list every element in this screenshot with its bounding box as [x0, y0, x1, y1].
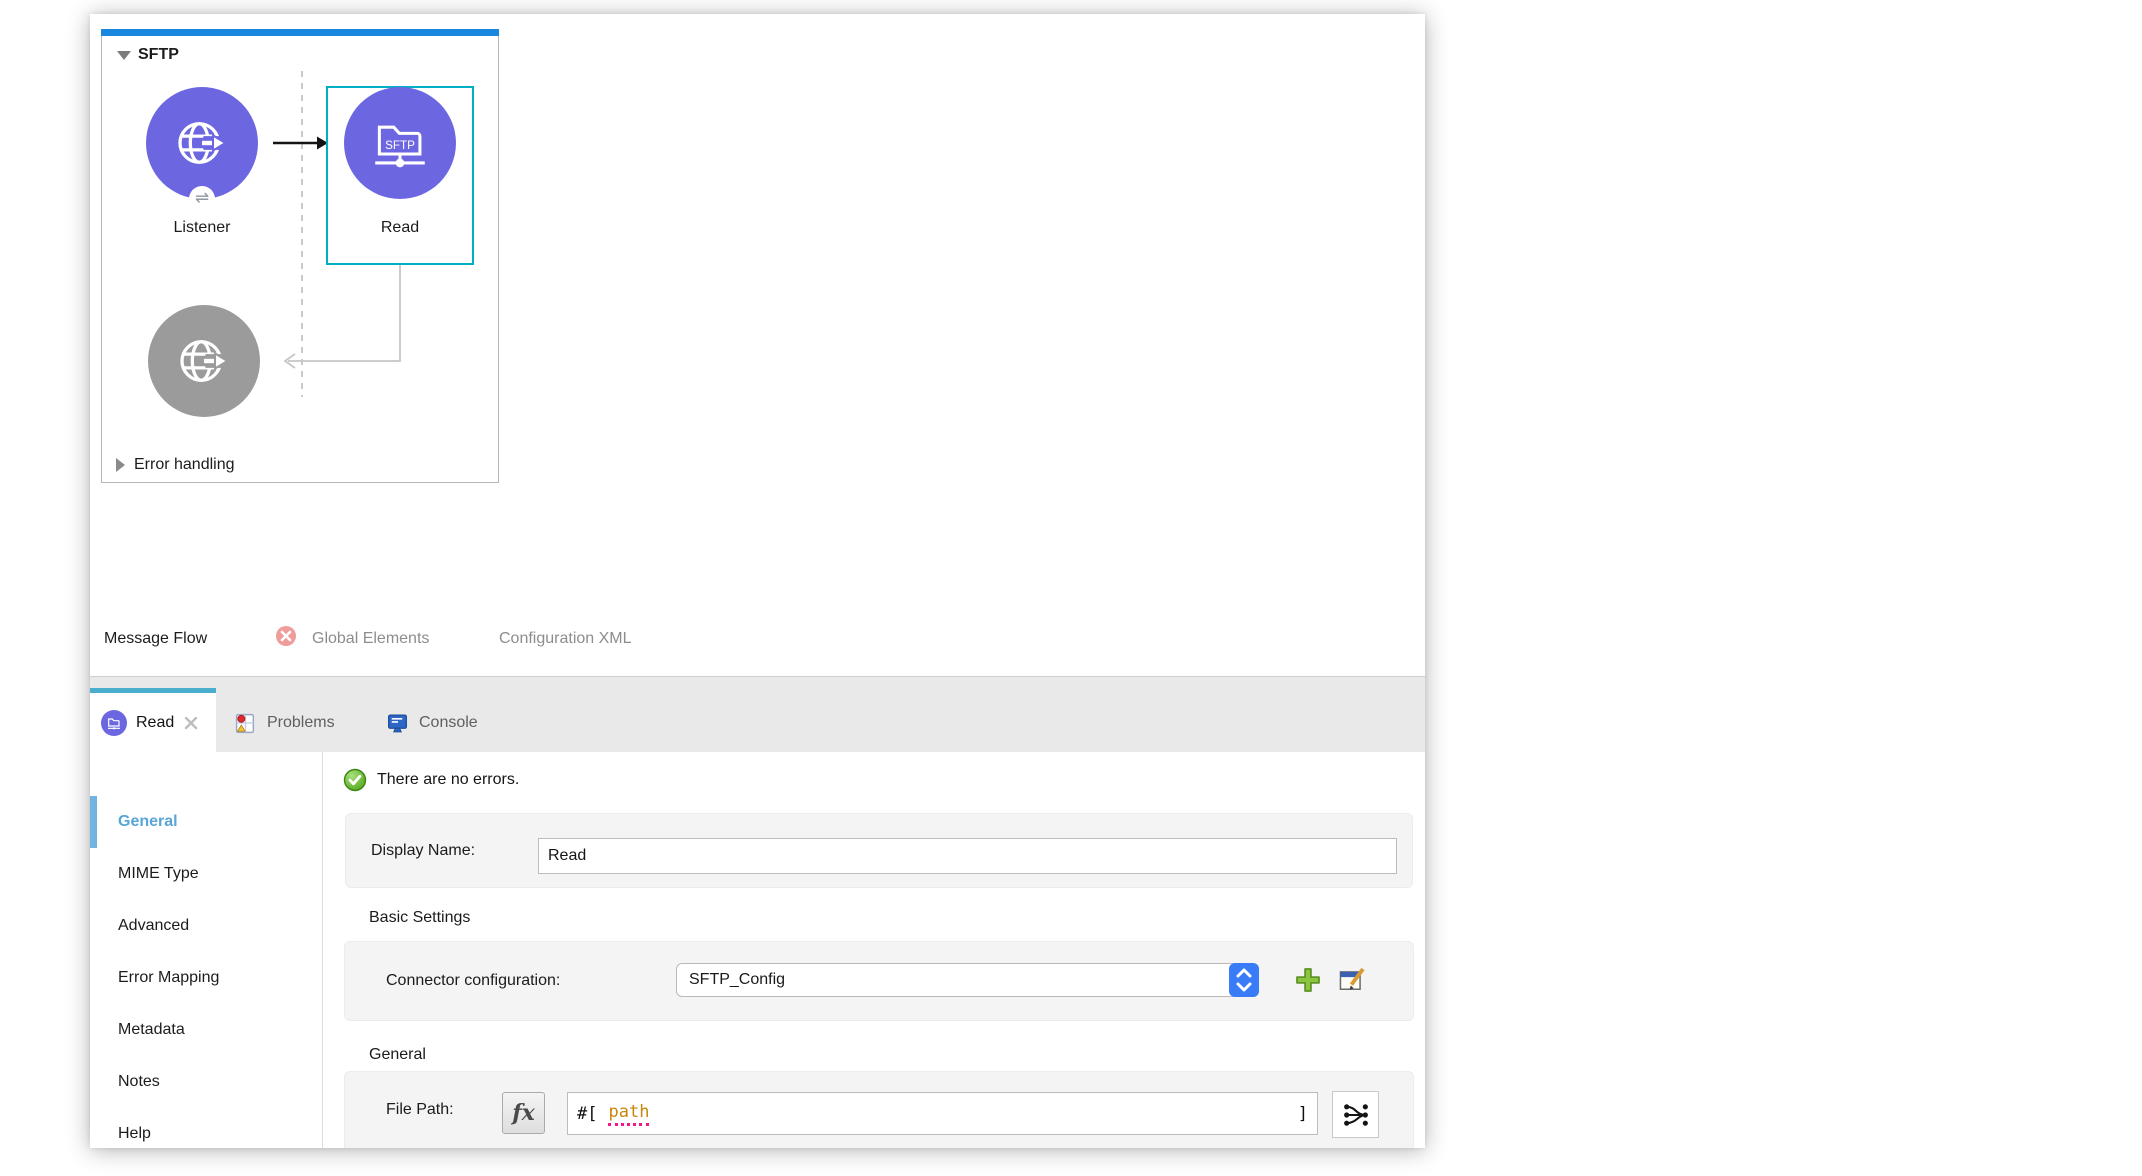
properties-sidebar: General MIME Type Advanced Error Mapping…: [90, 752, 323, 1148]
expression-open: #[: [577, 1104, 597, 1124]
sftp-read-tab-icon: [101, 710, 127, 736]
select-stepper-icon: [1229, 963, 1259, 997]
expression-fx-button[interactable]: fx: [502, 1092, 545, 1134]
edit-icon: [1337, 965, 1367, 995]
success-check-icon: [343, 768, 367, 792]
sidebar-item-general[interactable]: General: [118, 796, 178, 848]
tab-console[interactable]: Console: [386, 693, 478, 753]
listener-node-label: Listener: [142, 219, 262, 237]
sidebar-item-error-mapping[interactable]: Error Mapping: [118, 952, 219, 1004]
display-name-group: Display Name:: [345, 813, 1413, 888]
basic-settings-title: Basic Settings: [369, 909, 470, 927]
error-badge-icon: [275, 625, 297, 647]
exchange-badge-icon: ⇌: [189, 186, 215, 212]
tab-console-label: Console: [419, 714, 478, 732]
plus-icon: [1293, 965, 1323, 995]
active-section-indicator: [90, 796, 97, 848]
tab-message-flow[interactable]: Message Flow: [104, 630, 207, 648]
read-node-label: Read: [340, 219, 460, 237]
expand-error-handling-icon[interactable]: [116, 458, 125, 472]
editor-view-tabs: Message Flow Global Elements Configurati…: [90, 627, 1425, 657]
tab-problems[interactable]: Problems: [234, 693, 335, 753]
error-handling-label: Error handling: [134, 456, 235, 474]
sftp-folder-icon: SFTP: [367, 110, 433, 176]
file-path-expression-input[interactable]: #[ path ]: [567, 1092, 1318, 1135]
sftp-read-node[interactable]: SFTP: [344, 87, 456, 199]
tab-configuration-xml[interactable]: Configuration XML: [499, 630, 632, 648]
sidebar-item-help[interactable]: Help: [118, 1108, 151, 1148]
sidebar-item-advanced[interactable]: Advanced: [118, 900, 189, 952]
message-flow-canvas[interactable]: SFTP: [90, 14, 1425, 676]
sidebar-item-notes[interactable]: Notes: [118, 1056, 160, 1108]
bottom-tab-strip: Read Problems Console: [90, 676, 1425, 752]
globe-arrow-icon: [169, 110, 235, 176]
connector-config-select[interactable]: SFTP_Config: [676, 963, 1259, 997]
general-group: File Path: fx #[ path ]: [344, 1071, 1414, 1148]
edit-config-button[interactable]: [1337, 965, 1367, 995]
dataweave-transform-button[interactable]: [1332, 1091, 1379, 1138]
properties-panel: General MIME Type Advanced Error Mapping…: [90, 752, 1425, 1148]
sftp-icon-label: SFTP: [385, 139, 415, 152]
display-name-input[interactable]: [538, 838, 1397, 874]
problems-icon: [234, 712, 257, 735]
studio-window: SFTP: [90, 14, 1425, 1148]
add-config-button[interactable]: [1293, 965, 1323, 995]
console-icon: [386, 712, 409, 735]
connector-config-label: Connector configuration:: [386, 972, 560, 990]
tab-global-elements[interactable]: Global Elements: [312, 630, 429, 648]
basic-settings-group: Connector configuration: SFTP_Config: [344, 941, 1414, 1021]
tab-read[interactable]: Read: [90, 688, 216, 753]
tab-problems-label: Problems: [267, 714, 335, 732]
expression-close: ]: [1298, 1104, 1308, 1124]
file-path-label: File Path:: [386, 1101, 454, 1119]
connector-config-value: SFTP_Config: [689, 971, 785, 989]
disabled-listener-node[interactable]: [148, 305, 260, 417]
validation-status: There are no errors.: [343, 768, 519, 792]
general-section-title: General: [369, 1046, 426, 1064]
globe-arrow-icon: [171, 328, 237, 394]
tab-read-label: Read: [136, 714, 174, 732]
sidebar-item-mime-type[interactable]: MIME Type: [118, 848, 199, 900]
sidebar-item-metadata[interactable]: Metadata: [118, 1004, 185, 1056]
display-name-label: Display Name:: [371, 842, 475, 860]
status-text: There are no errors.: [377, 771, 519, 789]
sftp-listener-node[interactable]: [146, 87, 258, 199]
transform-flow-icon: [1342, 1101, 1370, 1129]
close-tab-icon[interactable]: [183, 715, 199, 731]
expression-value: path: [608, 1102, 649, 1126]
flow-container: SFTP: [101, 29, 499, 483]
